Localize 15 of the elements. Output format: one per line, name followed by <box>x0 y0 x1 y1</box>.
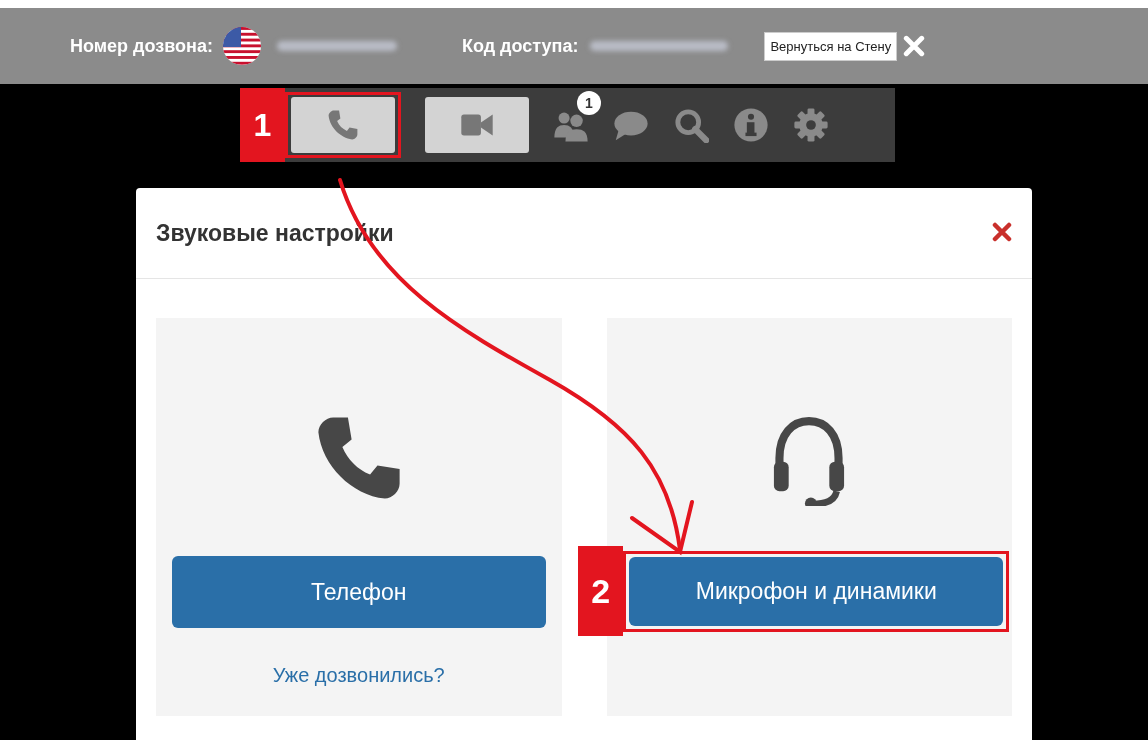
already-dialed-link[interactable]: Уже дозвонились? <box>272 664 445 687</box>
search-icon <box>673 107 709 143</box>
callout-number: 1 <box>240 88 285 162</box>
option-button[interactable]: Микрофон и динамики <box>629 556 1004 626</box>
option-button[interactable]: Телефон <box>171 556 546 628</box>
access-code-label: Код доступа: <box>461 35 579 57</box>
settings-icon <box>793 107 829 143</box>
dial-in-label: Номер дозвона: <box>70 35 213 57</box>
close-icon[interactable] <box>903 35 926 57</box>
info-icon <box>733 107 769 143</box>
callout-number: 2 <box>578 546 624 636</box>
phone-icon <box>326 108 360 142</box>
flag-icon <box>222 27 261 65</box>
count-badge: 1 <box>577 91 601 115</box>
back-button[interactable]: Вернуться на Стену <box>764 31 898 61</box>
